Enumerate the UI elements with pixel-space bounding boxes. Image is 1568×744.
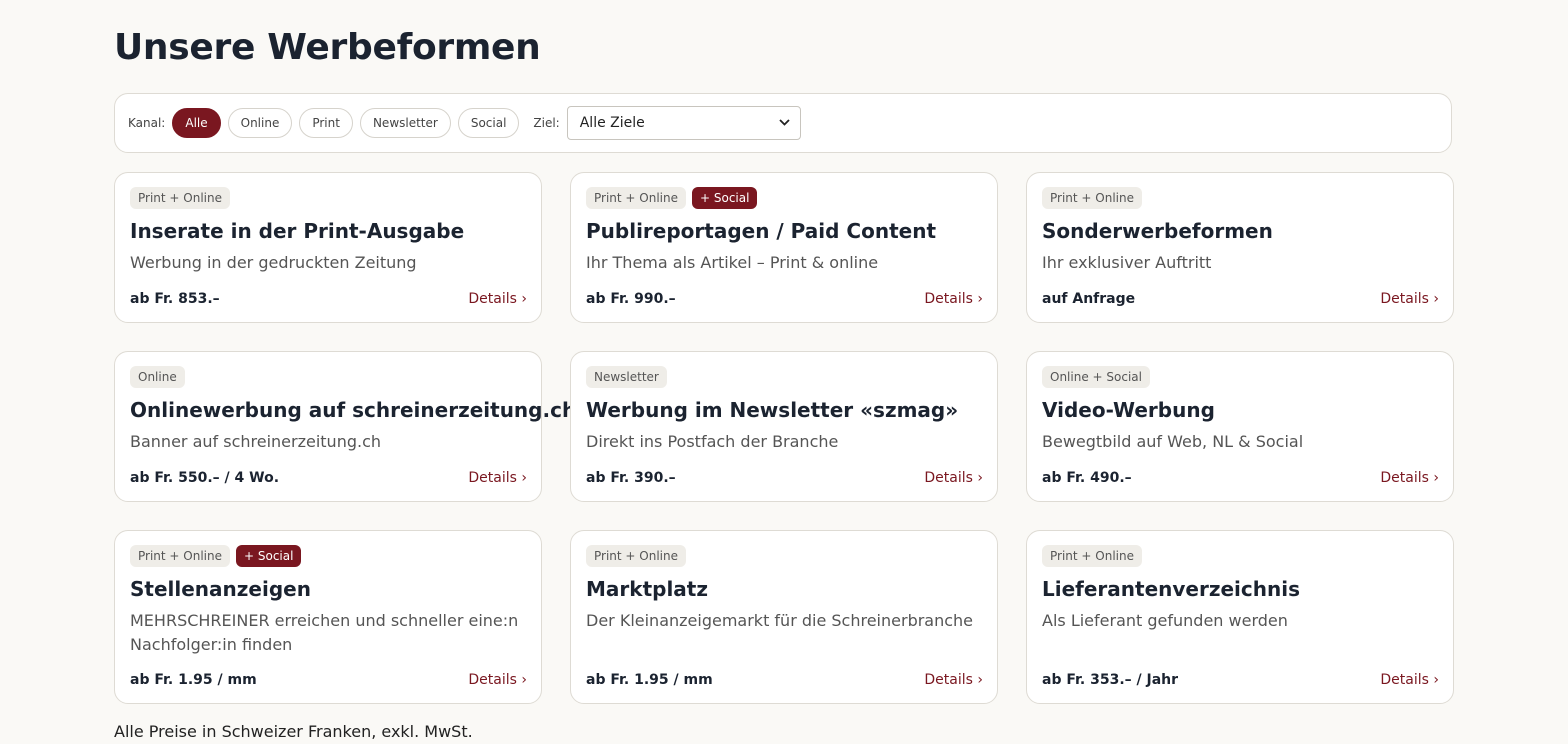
card-footer: ab Fr. 1.95 / mm Details ›	[586, 672, 983, 688]
card-description: Bewegtbild auf Web, NL & Social	[1042, 432, 1304, 451]
details-link[interactable]: Details ›	[468, 470, 527, 486]
channel-badge: Print + Online	[130, 545, 230, 567]
details-link[interactable]: Details ›	[924, 291, 983, 307]
werbeform-card[interactable]: Newsletter Werbung im Newsletter «szmag» D…	[570, 351, 998, 502]
chip-newsletter[interactable]: Newsletter	[359, 108, 451, 138]
channel-badge: Print + Online	[1042, 187, 1142, 209]
card-tags: Print + Online	[130, 187, 527, 211]
card-tags: Print + Online + Social	[586, 187, 983, 211]
chip-online[interactable]: Online	[227, 108, 293, 138]
ziel-label: Ziel:	[533, 116, 560, 130]
price-note: Alle Preise in Schweizer Franken, exkl. …	[114, 722, 473, 741]
card-title: Sonderwerbeformen	[1042, 219, 1273, 243]
card-description: MEHRSCHREINER erreichen und schneller ei…	[130, 611, 519, 654]
channel-badge: Print + Online	[1042, 545, 1142, 567]
card-footer: auf Anfrage Details ›	[1042, 291, 1439, 307]
chip-alle[interactable]: Alle	[172, 108, 221, 138]
werbeformen-grid: Print + Online Inserate in der Print-Ausg…	[114, 172, 1454, 704]
card-tags: Online + Social	[1042, 366, 1439, 390]
chip-social[interactable]: Social	[457, 108, 520, 138]
card-price: ab Fr. 550.– / 4 Wo.	[130, 470, 280, 486]
card-title: Inserate in der Print-Ausgabe	[130, 219, 465, 243]
social-badge: + Social	[692, 187, 758, 209]
werbeform-card[interactable]: Print + Online Inserate in der Print-Ausg…	[114, 172, 542, 323]
channel-badge: Print + Online	[130, 187, 230, 209]
card-footer: ab Fr. 990.– Details ›	[586, 291, 983, 307]
card-tags: Print + Online + Social	[130, 545, 527, 569]
details-link[interactable]: Details ›	[1380, 291, 1439, 307]
card-description: Banner auf schreinerzeitung.ch	[130, 432, 382, 451]
card-description: Direkt ins Postfach der Branche	[586, 432, 839, 451]
channel-badge: Print + Online	[586, 187, 686, 209]
card-price: auf Anfrage	[1042, 291, 1136, 307]
kanal-label: Kanal:	[128, 116, 166, 130]
card-footer: ab Fr. 1.95 / mm Details ›	[130, 672, 527, 688]
card-price: ab Fr. 990.–	[586, 291, 676, 307]
card-title: Werbung im Newsletter «szmag»	[586, 398, 959, 422]
details-link[interactable]: Details ›	[468, 291, 527, 307]
card-title: Onlinewerbung auf schreinerzeitung.ch	[130, 398, 577, 422]
card-footer: ab Fr. 390.– Details ›	[586, 470, 983, 486]
card-tags: Newsletter	[586, 366, 983, 390]
card-title: Lieferantenverzeichnis	[1042, 577, 1301, 601]
page-title: Unsere Werbeformen	[114, 27, 541, 68]
details-link[interactable]: Details ›	[1380, 470, 1439, 486]
card-tags: Print + Online	[1042, 545, 1439, 569]
card-footer: ab Fr. 550.– / 4 Wo. Details ›	[130, 470, 527, 486]
werbeform-card[interactable]: Print + Online Lieferantenverzeichnis Als …	[1026, 530, 1454, 704]
channel-badge: Online	[130, 366, 185, 388]
card-price: ab Fr. 1.95 / mm	[130, 672, 257, 688]
channel-badge: Newsletter	[586, 366, 667, 388]
channel-badge: Print + Online	[586, 545, 686, 567]
card-price: ab Fr. 853.–	[130, 291, 220, 307]
card-tags: Print + Online	[586, 545, 983, 569]
chip-print[interactable]: Print	[299, 108, 353, 138]
werbeform-card[interactable]: Online + Social Video-Werbung Bewegtbild a…	[1026, 351, 1454, 502]
card-tags: Online	[130, 366, 527, 390]
werbeform-card[interactable]: Print + Online + Social Publireportagen / …	[570, 172, 998, 323]
details-link[interactable]: Details ›	[924, 672, 983, 688]
card-title: Publireportagen / Paid Content	[586, 219, 937, 243]
channel-badge: Online + Social	[1042, 366, 1150, 388]
card-description: Ihr Thema als Artikel – Print & online	[586, 253, 879, 272]
chevron-down-icon	[779, 118, 790, 129]
card-price: ab Fr. 1.95 / mm	[586, 672, 713, 688]
werbeform-card[interactable]: Online Onlinewerbung auf schreinerzeitung…	[114, 351, 577, 502]
card-price: ab Fr. 353.– / Jahr	[1042, 672, 1179, 688]
card-title: Marktplatz	[586, 577, 708, 601]
werbeform-card[interactable]: Print + Online Sonderwerbeformen Ihr exklu…	[1026, 172, 1454, 323]
card-footer: ab Fr. 490.– Details ›	[1042, 470, 1439, 486]
card-footer: ab Fr. 353.– / Jahr Details ›	[1042, 672, 1439, 688]
card-description: Werbung in der gedruckten Zeitung	[130, 253, 417, 272]
card-description: Der Kleinanzeigemarkt für die Schreinerb…	[586, 611, 974, 630]
filter-bar: Kanal: Alle Online Print Newsletter Soci…	[114, 93, 1452, 153]
card-title: Stellenanzeigen	[130, 577, 311, 601]
details-link[interactable]: Details ›	[1380, 672, 1439, 688]
ziel-select[interactable]: Alle Ziele	[566, 106, 801, 140]
social-badge: + Social	[236, 545, 302, 567]
werbeform-card[interactable]: Print + Online + Social Stellenanzeigen MEH…	[114, 530, 542, 704]
ziel-select-value: Alle Ziele	[579, 115, 645, 131]
card-title: Video-Werbung	[1042, 398, 1215, 422]
details-link[interactable]: Details ›	[924, 470, 983, 486]
card-price: ab Fr. 390.–	[586, 470, 676, 486]
card-description: Als Lieferant gefunden werden	[1042, 611, 1288, 630]
werbeform-card[interactable]: Print + Online Marktplatz Der Kleinanzeige…	[570, 530, 998, 704]
card-tags: Print + Online	[1042, 187, 1439, 211]
card-description: Ihr exklusiver Auftritt	[1042, 253, 1212, 272]
card-price: ab Fr. 490.–	[1042, 470, 1132, 486]
details-link[interactable]: Details ›	[468, 672, 527, 688]
card-footer: ab Fr. 853.– Details ›	[130, 291, 527, 307]
